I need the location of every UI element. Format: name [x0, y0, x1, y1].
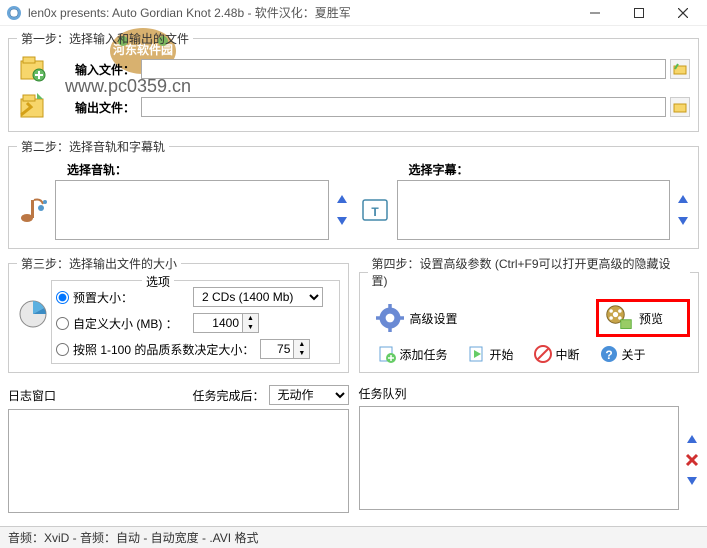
custom-size-spinner[interactable]: ▲▼ — [193, 313, 259, 333]
preset-size-combo[interactable]: 2 CDs (1400 Mb) — [193, 287, 323, 307]
queue-down-button[interactable] — [685, 473, 699, 487]
log-window-label: 日志窗口 — [8, 387, 56, 404]
options-label: 选项 — [142, 273, 174, 290]
save-file-icon — [17, 91, 49, 123]
close-button[interactable] — [661, 0, 705, 26]
folder-open-icon — [673, 63, 687, 75]
stop-button[interactable]: 中断 — [534, 345, 580, 363]
preview-button[interactable]: 预览 — [596, 299, 690, 337]
output-file-field[interactable] — [141, 97, 666, 117]
audio-track-label: 选择音轨： — [67, 161, 349, 178]
subtitle-down-button[interactable] — [676, 213, 690, 227]
pie-chart-icon — [17, 298, 49, 330]
stop-icon — [534, 345, 552, 363]
custom-size-label: 自定义大小 (MB) ： — [73, 315, 193, 332]
advanced-settings-button[interactable]: 高级设置 — [368, 300, 466, 336]
log-textarea[interactable] — [8, 409, 349, 513]
start-button[interactable]: 开始 — [468, 345, 514, 363]
maximize-button[interactable] — [617, 0, 661, 26]
output-file-label: 输出文件： — [55, 99, 135, 116]
quality-label: 按照 1-100 的品质系数决定大小： — [73, 341, 254, 358]
custom-size-radio[interactable] — [56, 317, 69, 330]
quality-spinner[interactable]: ▲▼ — [260, 339, 310, 359]
help-icon: ? — [600, 345, 618, 363]
subtitle-track-label: 选择字幕： — [409, 161, 691, 178]
svg-text:T: T — [371, 205, 379, 219]
queue-up-button[interactable] — [685, 433, 699, 447]
folder-save-icon — [673, 101, 687, 113]
title-bar: len0x presents: Auto Gordian Knot 2.48b … — [0, 0, 707, 26]
subtitle-up-button[interactable] — [676, 193, 690, 207]
minimize-button[interactable] — [573, 0, 617, 26]
input-file-label: 输入文件： — [55, 61, 135, 78]
step3-group: 第三步：选择输出文件的大小 选项 预置大小： 2 CDs (1400 Mb) 自… — [8, 255, 349, 373]
audio-down-button[interactable] — [335, 213, 349, 227]
add-task-button[interactable]: 添加任务 — [378, 345, 448, 363]
input-file-field[interactable] — [141, 59, 666, 79]
quality-radio[interactable] — [56, 343, 69, 356]
audio-track-list[interactable] — [55, 180, 329, 240]
step1-group: 第一步：选择输入和输出的文件 输入文件： 输出文件： — [8, 30, 699, 132]
after-complete-label: 任务完成后： — [192, 387, 264, 404]
step2-legend: 第二步：选择音轨和字幕轨 — [17, 138, 169, 155]
browse-input-button[interactable] — [670, 59, 690, 79]
gear-icon — [376, 304, 404, 332]
window-title: len0x presents: Auto Gordian Knot 2.48b … — [28, 4, 573, 21]
step3-legend: 第三步：选择输出文件的大小 — [17, 255, 181, 272]
queue-delete-button[interactable] — [685, 453, 699, 467]
step4-group: 第四步：设置高级参数 (Ctrl+F9可以打开更高级的隐藏设置) 高级设置 预览… — [359, 255, 700, 373]
browse-output-button[interactable] — [670, 97, 690, 117]
subtitle-track-list[interactable] — [397, 180, 671, 240]
preset-size-label: 预置大小： — [73, 289, 193, 306]
preset-size-radio[interactable] — [56, 291, 69, 304]
about-button[interactable]: ? 关于 — [600, 345, 646, 363]
step4-legend: 第四步：设置高级参数 (Ctrl+F9可以打开更高级的隐藏设置) — [368, 255, 691, 289]
task-queue-list[interactable] — [359, 406, 680, 510]
audio-up-button[interactable] — [335, 193, 349, 207]
audio-icon — [17, 194, 49, 226]
step2-group: 第二步：选择音轨和字幕轨 选择音轨： 选择字幕： T — [8, 138, 699, 249]
svg-text:?: ? — [605, 348, 612, 362]
open-file-icon — [17, 53, 49, 85]
add-task-icon — [378, 345, 396, 363]
start-icon — [468, 345, 486, 363]
step1-legend: 第一步：选择输入和输出的文件 — [17, 30, 193, 47]
film-reel-icon — [605, 304, 633, 332]
subtitle-icon: T — [359, 194, 391, 226]
status-text: 音频：XviD - 音频：自动 - 自动宽度 - .AVI 格式 — [8, 529, 258, 546]
status-bar: 音频：XviD - 音频：自动 - 自动宽度 - .AVI 格式 — [0, 526, 707, 548]
after-complete-combo[interactable]: 无动作 — [269, 385, 349, 405]
app-icon — [6, 5, 22, 21]
task-queue-label: 任务队列 — [359, 385, 407, 402]
